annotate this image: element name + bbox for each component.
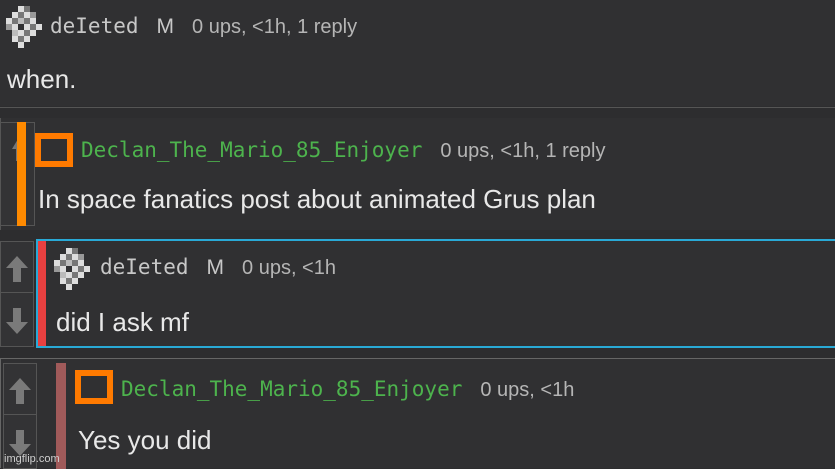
upvote-button[interactable]: [1, 246, 33, 293]
comment-header: Declan_The_Mario_85_Enjoyer 0 ups, <1h: [121, 377, 574, 402]
deleted-checker-icon: [6, 6, 42, 48]
comment-header: deIeted M 0 ups, <1h: [100, 255, 336, 280]
thread-accent-bar: [17, 122, 26, 226]
comment-meta: 0 ups, <1h, 1 reply: [440, 140, 606, 162]
username[interactable]: Declan_The_Mario_85_Enjoyer: [81, 138, 422, 162]
comment-2: Declan_The_Mario_85_Enjoyer 0 ups, <1h, …: [0, 118, 835, 230]
username[interactable]: deIeted: [50, 14, 139, 38]
username[interactable]: Declan_The_Mario_85_Enjoyer: [121, 377, 462, 401]
comment-meta: 0 ups, <1h: [480, 379, 575, 401]
comment-header: deIeted M 0 ups, <1h, 1 reply: [50, 14, 357, 39]
username[interactable]: deIeted: [100, 255, 189, 279]
comment-text: when.: [7, 64, 77, 94]
arrow-up-icon: [9, 378, 31, 404]
orange-square-icon: [35, 133, 73, 167]
divider: [0, 107, 835, 108]
downvote-button[interactable]: [1, 298, 33, 344]
mod-badge: M: [156, 15, 175, 38]
comment-header: Declan_The_Mario_85_Enjoyer 0 ups, <1h, …: [81, 138, 605, 163]
comment-meta: 0 ups, <1h, 1 reply: [192, 16, 358, 38]
comment-text: did I ask mf: [56, 307, 189, 337]
comment-1: deIeted M 0 ups, <1h, 1 reply when.: [0, 0, 835, 106]
comment-text: In space fanatics post about animated Gr…: [38, 184, 596, 214]
comment-4: Declan_The_Mario_85_Enjoyer 0 ups, <1h Y…: [0, 358, 835, 469]
arrow-down-icon: [6, 308, 28, 334]
vote-box: [0, 241, 34, 347]
upvote-button[interactable]: [4, 368, 36, 415]
mod-badge: M: [206, 256, 225, 279]
comment-3: deIeted M 0 ups, <1h did I ask mf: [36, 239, 835, 348]
comment-text: Yes you did: [78, 425, 212, 455]
arrow-up-icon: [6, 256, 28, 282]
deleted-checker-icon: [54, 248, 90, 290]
comment-meta: 0 ups, <1h: [242, 257, 336, 279]
watermark: imgflip.com: [4, 453, 60, 465]
thread-accent-bar: [38, 241, 46, 346]
orange-square-icon: [75, 370, 113, 404]
